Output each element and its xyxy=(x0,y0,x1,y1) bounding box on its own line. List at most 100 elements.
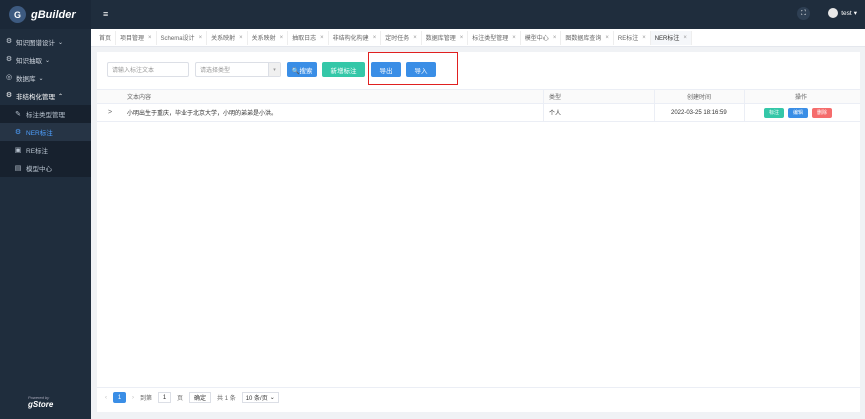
gear-icon: ⚙ xyxy=(5,92,13,99)
page-size-select[interactable]: 10 条/页 ⌄ xyxy=(241,392,279,403)
goto-page-input[interactable]: 1 xyxy=(158,392,172,403)
tab-label: 非结构化构建 xyxy=(332,36,369,42)
cell-type: 个人 xyxy=(549,111,562,117)
close-icon[interactable]: × xyxy=(320,35,324,41)
divider xyxy=(654,104,655,121)
powered-by-brand: gStore xyxy=(28,400,54,409)
tab-extract-log[interactable]: 抽取日志 × xyxy=(288,30,329,45)
cell-text: 小明出生于重庆，毕业于北京大学，小明的弟弟是小洪。 xyxy=(127,111,278,117)
box-icon: ▣ xyxy=(14,147,22,154)
expand-row-icon[interactable]: > xyxy=(108,109,112,116)
close-icon[interactable]: × xyxy=(148,35,152,41)
sidebar: G gBuilder ⚙ 知识图谱设计 ⌄ ⚙ 知识抽取 ⌄ ◎ 数据库 ⌄ ⚙… xyxy=(0,0,91,419)
edit-button[interactable]: 编辑 xyxy=(788,107,809,118)
next-page-icon[interactable]: › xyxy=(132,395,134,401)
goto-confirm-button[interactable]: 确定 xyxy=(189,392,212,403)
sidebar-item-re[interactable]: ▣ RE标注 xyxy=(0,141,91,159)
sidebar-menu: ⚙ 知识图谱设计 ⌄ ⚙ 知识抽取 ⌄ ◎ 数据库 ⌄ ⚙ 非结构化管理 ⌃ ✎… xyxy=(0,29,91,177)
tab-label: Schema设计 xyxy=(160,36,195,42)
tab-relation-map-2[interactable]: 关系映射 × xyxy=(248,30,289,45)
tab-ner[interactable]: NER标注 × xyxy=(650,30,692,45)
divider xyxy=(654,90,655,103)
divider xyxy=(543,90,544,103)
tab-label: 图数据库查询 xyxy=(565,36,602,42)
search-button[interactable]: 🔍搜索 xyxy=(287,62,317,77)
hamburger-icon[interactable]: ≡ xyxy=(103,9,108,19)
tab-label: 首页 xyxy=(99,36,112,42)
tab-re[interactable]: RE标注 × xyxy=(614,30,651,45)
chevron-down-icon: ▾ xyxy=(268,63,280,76)
close-icon[interactable]: × xyxy=(553,35,557,41)
close-icon[interactable]: × xyxy=(460,35,464,41)
model-icon: ▤ xyxy=(14,165,22,172)
username: test xyxy=(841,9,852,17)
sidebar-item-label: 模型中心 xyxy=(26,166,52,173)
database-icon: ◎ xyxy=(5,74,13,81)
tab-home[interactable]: 首页 xyxy=(95,30,117,45)
tab-label: RE标注 xyxy=(617,36,639,42)
goto-label: 到第 xyxy=(140,396,153,402)
sidebar-item-ner[interactable]: ⚙ NER标注 xyxy=(0,123,91,141)
close-icon[interactable]: × xyxy=(512,35,516,41)
fullscreen-icon[interactable]: ⛶ xyxy=(797,7,810,20)
close-icon[interactable]: × xyxy=(605,35,609,41)
page-size-value: 10 条/页 xyxy=(245,396,268,402)
avatar xyxy=(828,8,839,18)
sidebar-item-label: 数据库 xyxy=(16,76,36,83)
cell-ops: 标注 编辑 删除 xyxy=(764,104,836,121)
table-header: 文本内容 类型 创建时间 操作 xyxy=(97,89,860,104)
search-input-placeholder: 请输入标注文本 xyxy=(112,68,155,74)
sidebar-item-label: 非结构化管理 xyxy=(16,94,55,101)
logo-text: gBuilder xyxy=(31,8,76,21)
type-select[interactable]: 请选择类型 ▾ xyxy=(195,62,281,77)
page-number-current[interactable]: 1 xyxy=(113,392,126,403)
close-icon[interactable]: × xyxy=(373,35,377,41)
tab-graph-query[interactable]: 图数据库查询 × xyxy=(561,30,614,45)
divider xyxy=(744,104,745,121)
chevron-up-icon: ⌃ xyxy=(58,93,64,100)
tab-db-manage[interactable]: 数据库管理 × xyxy=(422,30,469,45)
add-label-button[interactable]: 新增标注 xyxy=(322,62,365,77)
sidebar-item-model-center[interactable]: ▤ 模型中心 xyxy=(0,159,91,177)
close-icon[interactable]: × xyxy=(683,35,687,41)
tab-project[interactable]: 项目管理 × xyxy=(116,30,157,45)
delete-button[interactable]: 删除 xyxy=(812,107,833,118)
close-icon[interactable]: × xyxy=(199,35,203,41)
tab-relation-map-1[interactable]: 关系映射 × xyxy=(207,30,248,45)
sidebar-item-unstructured[interactable]: ⚙ 非结构化管理 ⌃ xyxy=(0,87,91,105)
prev-page-icon[interactable]: ‹ xyxy=(105,395,107,401)
tab-label: 抽取日志 xyxy=(292,36,317,42)
tab-label: 关系映射 xyxy=(251,36,276,42)
top-header: ≡ ⛶ test ▾ xyxy=(91,0,865,29)
user-menu[interactable]: test ▾ xyxy=(828,8,857,18)
tab-label: NER标注 xyxy=(654,36,680,42)
close-icon[interactable]: × xyxy=(280,35,284,41)
tab-label: 项目管理 xyxy=(120,36,145,42)
logo[interactable]: G gBuilder xyxy=(0,0,91,29)
table-row: > 小明出生于重庆，毕业于北京大学，小明的弟弟是小洪。 个人 2022-03-2… xyxy=(97,104,860,122)
tab-label-types[interactable]: 标注类型管理 × xyxy=(468,30,521,45)
tab-scheduled-tasks[interactable]: 定时任务 × xyxy=(381,30,422,45)
tab-bar: 首页 项目管理 × Schema设计 × 关系映射 × 关系映射 × 抽取日志 × 非结构… xyxy=(91,29,865,47)
sidebar-item-label: 知识抽取 xyxy=(16,58,42,65)
sidebar-item-extraction[interactable]: ⚙ 知识抽取 ⌄ xyxy=(0,51,91,69)
gear-icon: ⚙ xyxy=(5,56,13,63)
tab-schema[interactable]: Schema设计 × xyxy=(157,30,208,45)
search-input[interactable]: 请输入标注文本 xyxy=(107,62,189,77)
sidebar-item-database[interactable]: ◎ 数据库 ⌄ xyxy=(0,69,91,87)
divider xyxy=(543,104,544,121)
sidebar-item-kg-design[interactable]: ⚙ 知识图谱设计 ⌄ xyxy=(0,33,91,51)
sidebar-item-label: RE标注 xyxy=(26,148,49,155)
col-header-text: 文本内容 xyxy=(127,95,152,101)
edit-icon: ✎ xyxy=(15,111,21,118)
close-icon[interactable]: × xyxy=(413,35,417,41)
close-icon[interactable]: × xyxy=(239,35,243,41)
annotate-button[interactable]: 标注 xyxy=(764,107,785,118)
sidebar-item-label-types[interactable]: ✎ 标注类型管理 xyxy=(0,105,91,123)
close-icon[interactable]: × xyxy=(642,35,646,41)
tab-unstructured-build[interactable]: 非结构化构建 × xyxy=(329,30,382,45)
pagination: ‹ 1 › 到第 1 页 确定 共 1 条 10 条/页 ⌄ xyxy=(97,387,860,407)
page-unit-label: 页 xyxy=(177,396,184,402)
tab-label: 定时任务 xyxy=(385,36,410,42)
tab-model-center[interactable]: 模型中心 × xyxy=(521,30,562,45)
